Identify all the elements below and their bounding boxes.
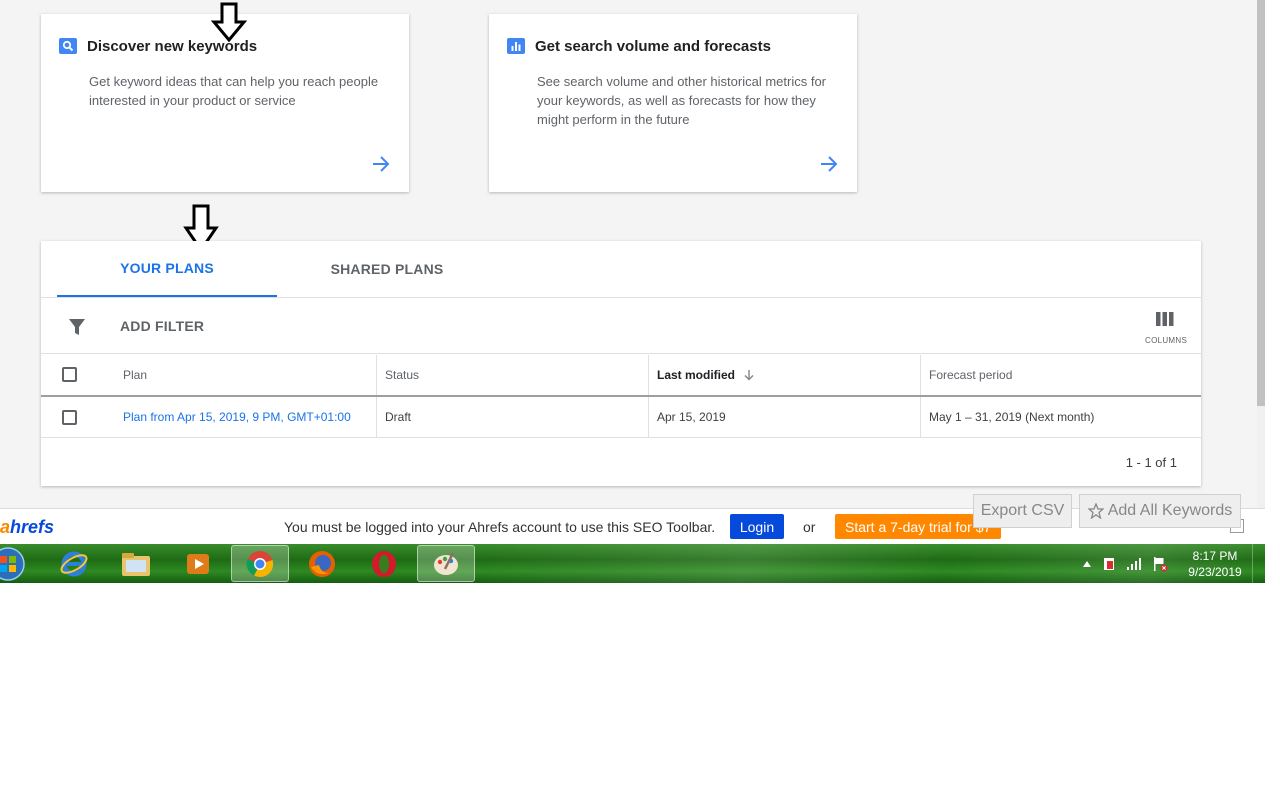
column-divider xyxy=(920,397,921,437)
column-divider xyxy=(648,397,649,437)
arrow-right-icon[interactable] xyxy=(819,154,839,174)
header-plan[interactable]: Plan xyxy=(123,355,147,395)
header-forecast-period[interactable]: Forecast period xyxy=(929,355,1012,395)
firefox-icon[interactable] xyxy=(293,545,351,582)
annotation-down-arrow-icon xyxy=(183,204,219,253)
network-signal-icon[interactable] xyxy=(1126,557,1142,570)
action-center-flag-icon[interactable] xyxy=(1152,556,1168,572)
internet-explorer-icon[interactable] xyxy=(45,545,103,582)
column-divider xyxy=(376,397,377,437)
plans-panel: YOUR PLANS SHARED PLANS ADD FILTER COLUM… xyxy=(41,241,1201,486)
search-volume-card[interactable]: Get search volume and forecasts See sear… xyxy=(489,14,857,192)
add-all-keywords-button[interactable]: Add All Keywords xyxy=(1079,494,1241,528)
tab-shared-plans[interactable]: SHARED PLANS xyxy=(277,241,497,297)
clock-time: 8:17 PM xyxy=(1192,549,1238,563)
annotation-down-arrow-icon xyxy=(210,2,248,43)
show-desktop-button[interactable] xyxy=(1252,544,1265,583)
taskbar-clock[interactable]: 8:17 PM 9/23/2019 xyxy=(1180,548,1250,580)
column-divider xyxy=(920,355,921,395)
card-title: Get search volume and forecasts xyxy=(535,38,771,55)
plan-forecast-period: May 1 – 31, 2019 (Next month) xyxy=(929,410,1095,424)
paint-icon[interactable] xyxy=(417,545,475,582)
search-icon xyxy=(59,38,77,54)
select-all-checkbox[interactable] xyxy=(62,367,77,382)
header-status[interactable]: Status xyxy=(385,355,419,395)
plan-link[interactable]: Plan from Apr 15, 2019, 9 PM, GMT+01:00 xyxy=(123,397,351,437)
pagination-text: 1 - 1 of 1 xyxy=(1125,455,1177,470)
system-tray xyxy=(1082,544,1168,583)
columns-button[interactable]: COLUMNS xyxy=(1141,310,1191,346)
tray-app-icon[interactable] xyxy=(1102,556,1116,572)
table-header: Plan Status Last modified Forecast perio… xyxy=(41,355,1201,397)
column-divider xyxy=(376,355,377,395)
header-last-modified-label: Last modified xyxy=(657,368,736,382)
opera-icon[interactable] xyxy=(355,545,413,582)
tray-expand-icon[interactable] xyxy=(1082,560,1092,568)
row-checkbox[interactable] xyxy=(62,410,77,425)
clock-date: 9/23/2019 xyxy=(1188,565,1242,579)
star-icon xyxy=(1087,503,1104,519)
arrow-right-icon[interactable] xyxy=(371,154,391,174)
sort-down-arrow-icon xyxy=(743,369,755,381)
export-csv-button[interactable]: Export CSV xyxy=(973,494,1072,528)
columns-label: COLUMNS xyxy=(1145,336,1188,345)
start-button-icon[interactable] xyxy=(0,546,30,582)
plan-status: Draft xyxy=(385,410,412,424)
add-all-keywords-label: Add All Keywords xyxy=(1107,502,1233,519)
add-filter-button[interactable]: ADD FILTER xyxy=(120,318,204,334)
bar-chart-icon xyxy=(507,38,525,54)
media-player-icon[interactable] xyxy=(169,545,227,582)
windows-taskbar: 8:17 PM 9/23/2019 xyxy=(0,544,1265,583)
filter-bar: ADD FILTER COLUMNS xyxy=(41,298,1201,354)
ahrefs-login-button[interactable]: Login xyxy=(730,514,784,539)
filter-icon[interactable] xyxy=(68,318,86,336)
ahrefs-login-message: You must be logged into your Ahrefs acco… xyxy=(284,519,716,535)
table-row: Plan from Apr 15, 2019, 9 PM, GMT+01:00 … xyxy=(41,397,1201,438)
scrollbar-thumb[interactable] xyxy=(1257,0,1265,406)
file-explorer-icon[interactable] xyxy=(107,545,165,582)
card-description: Get keyword ideas that can help you reac… xyxy=(89,74,379,108)
tab-your-plans[interactable]: YOUR PLANS xyxy=(57,241,277,297)
ahrefs-logo[interactable]: ahrefs xyxy=(0,517,54,538)
plan-last-modified: Apr 15, 2019 xyxy=(657,410,726,424)
chrome-icon[interactable] xyxy=(231,545,289,582)
column-divider xyxy=(648,355,649,395)
card-description: See search volume and other historical m… xyxy=(537,74,827,127)
screen: Discover new keywords Get keyword ideas … xyxy=(0,0,1280,800)
or-label: or xyxy=(803,519,816,535)
ahrefs-toolbar: ahrefs You must be logged into your Ahre… xyxy=(0,508,1265,544)
header-last-modified[interactable]: Last modified xyxy=(657,355,755,395)
columns-icon xyxy=(1156,312,1174,331)
